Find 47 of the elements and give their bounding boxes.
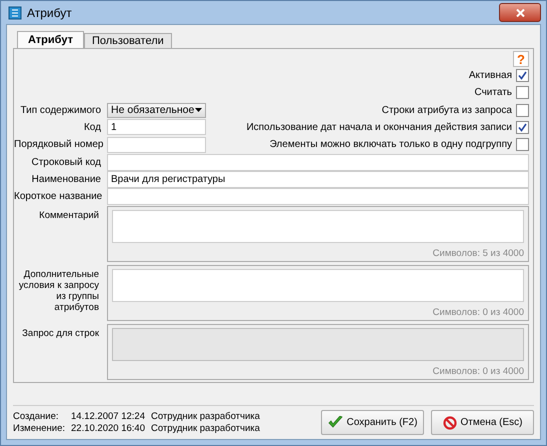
text-field[interactable]: 1 — [107, 119, 206, 136]
dropdown[interactable]: Не обязательное — [107, 102, 206, 118]
checkbox[interactable] — [516, 120, 529, 134]
checkbox-label: Считать — [474, 87, 512, 98]
field-label: Тип содержимого — [19, 104, 102, 116]
audit-label: Создание: — [13, 411, 60, 422]
audit-user: Сотрудник разработчика — [150, 411, 260, 422]
checkbox-label: Активная — [468, 70, 512, 82]
tab[interactable]: Пользователи — [84, 33, 172, 48]
audit-user: Сотрудник разработчика — [150, 423, 260, 434]
field-label: Наименование — [30, 174, 102, 185]
field-label: Строковый код — [30, 156, 102, 168]
close-button[interactable] — [499, 3, 541, 22]
text-field[interactable] — [107, 188, 529, 206]
field-label: Код — [82, 122, 102, 133]
audit-date: 14.12.2007 12:24 — [71, 411, 145, 422]
prohibited-icon — [442, 416, 456, 430]
window-title: Атрибут — [27, 6, 72, 20]
field-label: Дополнительные условия к запросу из группы атрибутов — [18, 268, 100, 316]
document-icon — [8, 6, 22, 20]
field-label: Порядковый номер — [14, 139, 104, 150]
checkbox[interactable] — [516, 138, 529, 152]
field-label: Запрос для строк — [21, 327, 100, 342]
checkbox[interactable] — [516, 69, 529, 82]
audit-label: Изменение: — [13, 423, 66, 434]
caret-icon — [195, 108, 202, 112]
memo-field[interactable] — [112, 210, 524, 244]
tab[interactable]: Атрибут — [17, 31, 84, 48]
character-counter: Символов: 0 из 4000 — [432, 307, 524, 318]
audit-date: 22.10.2020 16:40 — [71, 423, 145, 434]
text-field[interactable]: Врачи для регистратуры — [107, 170, 529, 188]
close-icon — [516, 8, 524, 16]
checkbox-label: Использование дат начала и окончания действия записи — [246, 122, 512, 133]
text-field[interactable] — [107, 154, 529, 171]
memo-field[interactable] — [112, 269, 524, 302]
character-counter: Символов: 5 из 4000 — [432, 248, 524, 260]
checkbox-label: Элементы можно включать только в одну подгруппу — [270, 139, 512, 150]
checkmark-icon — [328, 416, 343, 429]
checkbox-label: Строки атрибута из запроса — [382, 104, 512, 116]
field-label: Короткое название — [14, 191, 104, 202]
cancel-button[interactable]: Отмена (Esc) — [431, 410, 534, 435]
field-label: Комментарий — [38, 209, 100, 224]
checkbox[interactable] — [516, 86, 529, 100]
checkbox[interactable] — [516, 104, 529, 117]
text-field[interactable] — [107, 136, 206, 153]
save-button[interactable]: Сохранить (F2) — [321, 410, 424, 435]
character-counter: Символов: 0 из 4000 — [432, 366, 524, 378]
